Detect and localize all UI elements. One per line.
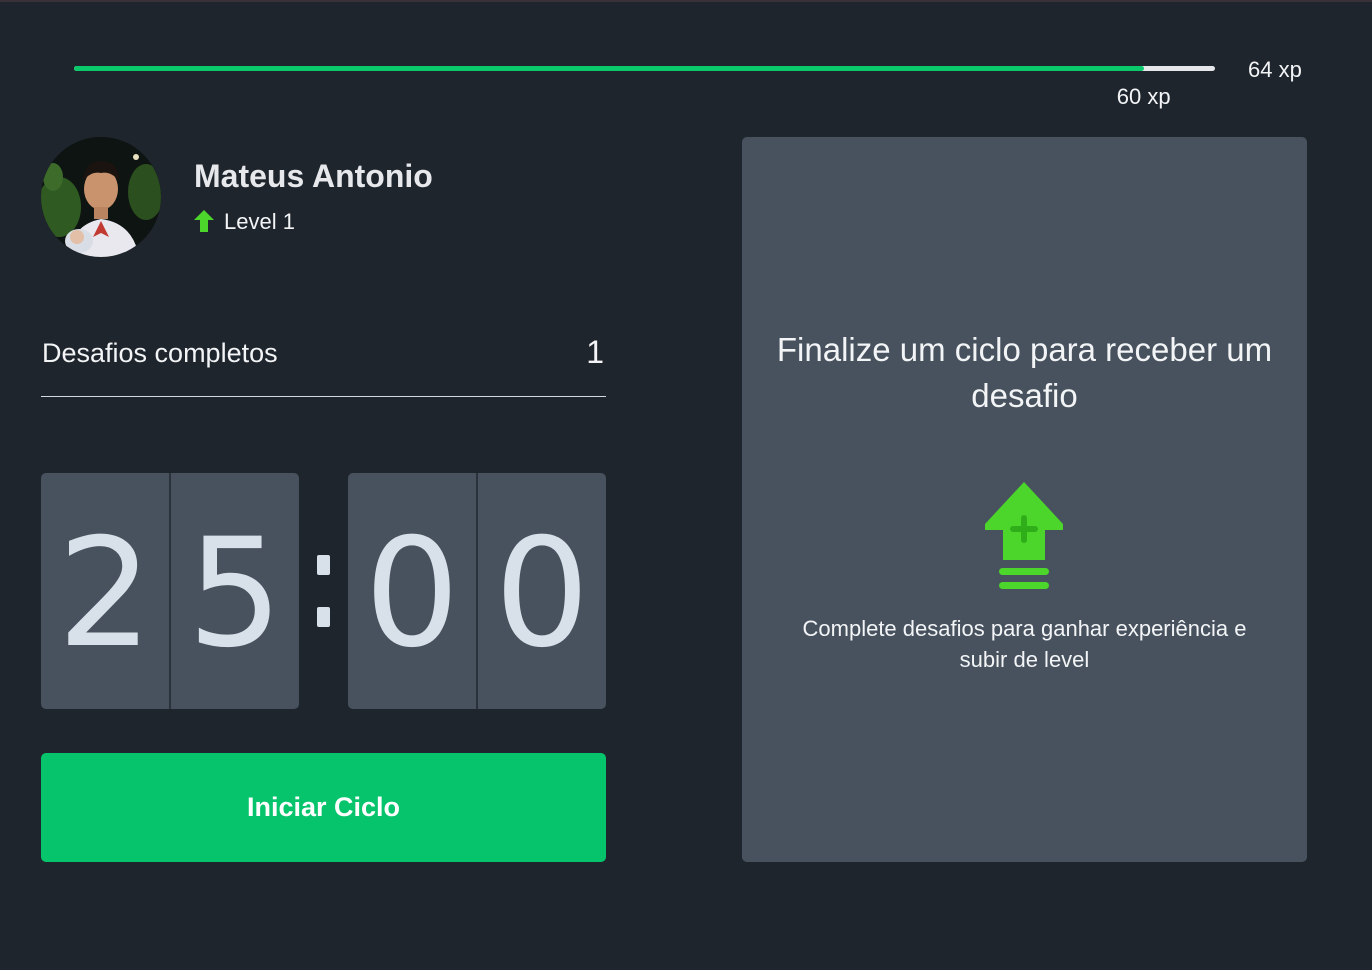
- current-experience: 60 xp: [1116, 84, 1171, 109]
- challenge-box-title: Finalize um ciclo para receber um desafi…: [776, 331, 1273, 414]
- level-up-icon: [985, 482, 1063, 589]
- start-cycle-button[interactable]: Iniciar Ciclo: [41, 753, 606, 862]
- avatar: [41, 137, 161, 257]
- countdown-second-tens: 0: [364, 507, 460, 681]
- completed-challenges-count: 1: [586, 334, 604, 370]
- user-name: Mateus Antonio: [194, 158, 433, 194]
- level-indicator: Level 1: [194, 208, 295, 236]
- window-top-border: [0, 0, 1372, 2]
- completed-challenges-label: Desafios completos: [42, 338, 278, 368]
- countdown-minutes: 2 5: [41, 473, 299, 709]
- completed-challenges: Desafios completos 1: [41, 330, 606, 397]
- countdown-separator: [299, 473, 348, 709]
- countdown-second-units: 0: [476, 473, 606, 709]
- countdown-minute-units: 5: [169, 473, 299, 709]
- countdown-minute-tens: 2: [57, 507, 153, 681]
- level-up-arrow-icon: [194, 210, 214, 232]
- level-label: Level 1: [224, 209, 295, 234]
- challenge-box-description: Complete desafios para ganhar experiênci…: [802, 616, 1247, 672]
- max-experience: 64 xp: [1248, 57, 1302, 82]
- experience-bar-fill: [74, 66, 1144, 71]
- challenge-box: Finalize um ciclo para receber um desafi…: [742, 137, 1307, 862]
- countdown-seconds: 0 0: [348, 473, 606, 709]
- experience-bar: [74, 66, 1215, 71]
